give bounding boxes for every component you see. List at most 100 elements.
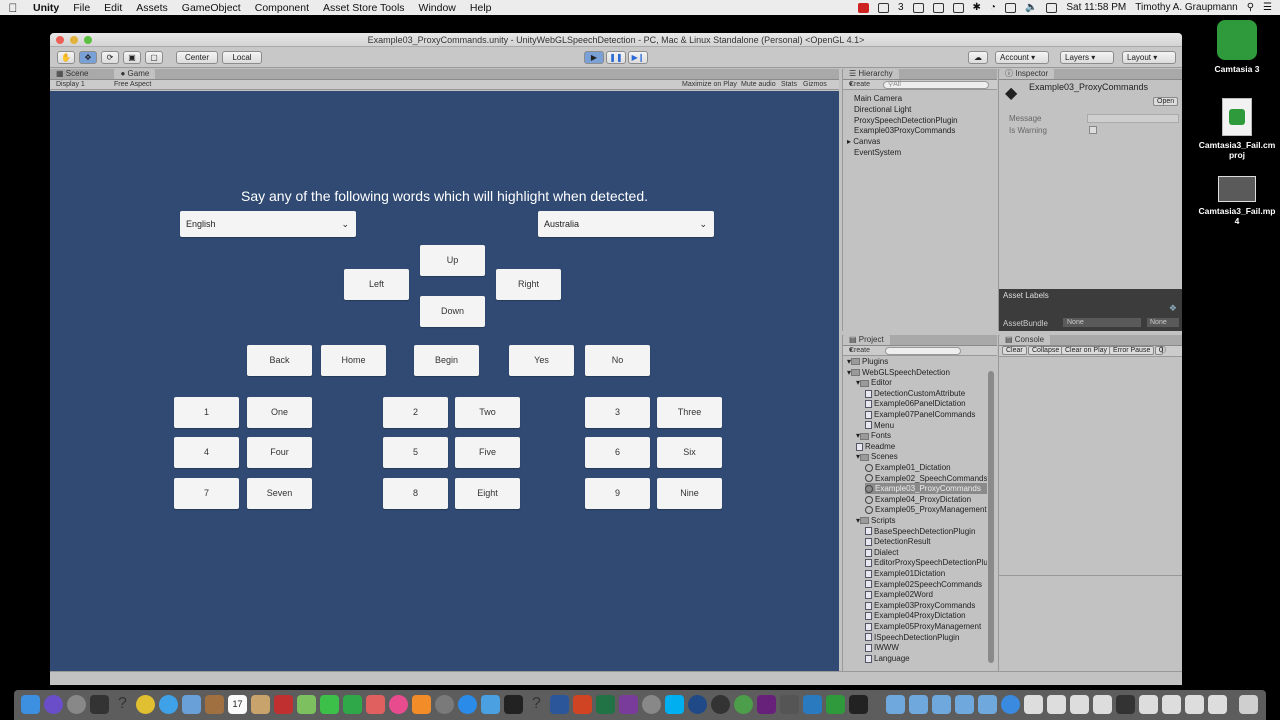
project-item[interactable]: Example02_SpeechCommands bbox=[865, 473, 987, 484]
recording-icon[interactable] bbox=[857, 2, 869, 13]
tab-project[interactable]: ▤ Project bbox=[843, 335, 890, 345]
downloads-icon[interactable] bbox=[1001, 695, 1020, 714]
number-button-2[interactable]: 2 bbox=[383, 397, 448, 428]
finder-icon[interactable] bbox=[21, 695, 40, 714]
layout-dropdown[interactable]: Layout ▾ bbox=[1122, 51, 1176, 64]
menu-component[interactable]: Component bbox=[248, 2, 316, 14]
bluetooth-icon[interactable]: ✱ bbox=[973, 2, 981, 13]
minimize-window-icon[interactable] bbox=[70, 36, 78, 44]
hierarchy-item-directional-light[interactable]: Directional Light bbox=[854, 104, 911, 115]
project-item[interactable]: ISpeechDetectionPlugin bbox=[865, 632, 987, 643]
window-thumbnail-icon[interactable] bbox=[1139, 695, 1158, 714]
open-button[interactable]: Open bbox=[1153, 97, 1179, 106]
window-thumbnail-icon[interactable] bbox=[1208, 695, 1227, 714]
launchpad-icon[interactable] bbox=[67, 695, 86, 714]
layers-dropdown[interactable]: Layers ▾ bbox=[1060, 51, 1114, 64]
pause-button[interactable]: ❚❚ bbox=[606, 51, 626, 64]
menu-asset-store-tools[interactable]: Asset Store Tools bbox=[316, 2, 412, 14]
project-item[interactable]: Example02Word bbox=[865, 589, 987, 600]
terminal-icon[interactable] bbox=[504, 695, 523, 714]
window-thumbnail-icon[interactable] bbox=[1047, 695, 1066, 714]
menu-edit[interactable]: Edit bbox=[97, 2, 129, 14]
mission-control-icon[interactable] bbox=[90, 695, 109, 714]
powerpoint-icon[interactable] bbox=[573, 695, 592, 714]
project-item[interactable]: Example04_ProxyDictation bbox=[865, 494, 987, 505]
menu-app-unity[interactable]: Unity bbox=[26, 2, 66, 14]
excel-icon[interactable] bbox=[596, 695, 615, 714]
desktop-camtasia-app[interactable]: Camtasia 3 bbox=[1197, 20, 1277, 74]
console-clear-on-play-button[interactable]: Clear on Play bbox=[1061, 346, 1112, 355]
project-item[interactable]: ▾ Plugins bbox=[847, 356, 987, 367]
project-item[interactable]: ▾ Editor bbox=[856, 377, 987, 388]
word-button-eight[interactable]: Eight bbox=[455, 478, 520, 509]
cloud-button[interactable]: ☁ bbox=[968, 51, 988, 64]
project-item[interactable]: DetectionResult bbox=[865, 536, 987, 547]
safari-icon[interactable] bbox=[159, 695, 178, 714]
message-input[interactable] bbox=[1087, 114, 1179, 123]
project-create-dropdown[interactable]: Create ▾ bbox=[849, 346, 870, 355]
console-collapse-button[interactable]: Collapse bbox=[1028, 346, 1064, 355]
close-window-icon[interactable] bbox=[56, 36, 64, 44]
project-item[interactable]: Example04ProxyDictation bbox=[865, 610, 987, 621]
github-icon[interactable] bbox=[711, 695, 730, 714]
facetime-icon[interactable] bbox=[343, 695, 362, 714]
console-clear-button[interactable]: Clear bbox=[1002, 346, 1027, 355]
window-thumbnail-icon[interactable] bbox=[1093, 695, 1112, 714]
word-button-three[interactable]: Three bbox=[657, 397, 722, 428]
account-dropdown[interactable]: Account ▾ bbox=[995, 51, 1049, 64]
hierarchy-search-input[interactable]: ⚲ All bbox=[883, 81, 989, 89]
menu-assets[interactable]: Assets bbox=[129, 2, 175, 14]
project-item[interactable]: ▾ Fonts bbox=[856, 430, 987, 441]
project-item[interactable]: ▾ Scenes bbox=[856, 451, 987, 462]
mute-audio-toggle[interactable]: Mute audio bbox=[741, 80, 776, 89]
number-button-4[interactable]: 4 bbox=[174, 437, 239, 468]
hand-tool-button[interactable]: ✋ bbox=[57, 51, 75, 64]
move-tool-button[interactable]: ✥ bbox=[79, 51, 97, 64]
pivot-center-toggle[interactable]: Center bbox=[176, 51, 218, 64]
tab-game[interactable]: ● Game bbox=[114, 69, 156, 79]
hierarchy-create-dropdown[interactable]: Create ▾ bbox=[849, 80, 870, 89]
word-button-down[interactable]: Down bbox=[420, 296, 485, 327]
notification-center-icon[interactable]: ☰ bbox=[1263, 2, 1272, 13]
siri-icon[interactable] bbox=[44, 695, 63, 714]
number-button-5[interactable]: 5 bbox=[383, 437, 448, 468]
folder-icon[interactable] bbox=[955, 695, 974, 714]
desktop-camtasia-mp4[interactable]: Camtasia3_Fail.mp4 bbox=[1197, 176, 1277, 226]
word-button-left[interactable]: Left bbox=[344, 269, 409, 300]
project-item[interactable]: Example05_ProxyManagement bbox=[865, 504, 987, 515]
user-name[interactable]: Timothy A. Graupmann bbox=[1135, 2, 1237, 13]
ibooks-icon[interactable] bbox=[412, 695, 431, 714]
calendar-icon[interactable]: 17 bbox=[228, 695, 247, 714]
project-item[interactable]: BaseSpeechDetectionPlugin bbox=[865, 526, 987, 537]
folder-icon[interactable] bbox=[932, 695, 951, 714]
asset-variant-dropdown[interactable]: None bbox=[1147, 318, 1179, 327]
step-button[interactable]: ▶❙ bbox=[628, 51, 648, 64]
window-thumbnail-icon[interactable] bbox=[1162, 695, 1181, 714]
window-thumbnail-icon[interactable] bbox=[1116, 695, 1135, 714]
folder-icon[interactable] bbox=[886, 695, 905, 714]
project-item[interactable]: Example06PanelDictation bbox=[865, 398, 987, 409]
messages-icon[interactable] bbox=[320, 695, 339, 714]
menu-help[interactable]: Help bbox=[463, 2, 499, 14]
menu-window[interactable]: Window bbox=[412, 2, 463, 14]
maximize-on-play-toggle[interactable]: Maximize on Play bbox=[682, 80, 737, 89]
language-dropdown[interactable]: English ⌄ bbox=[180, 211, 356, 237]
hierarchy-item-canvas[interactable]: ▸ Canvas bbox=[847, 136, 880, 147]
aspect-dropdown[interactable]: Free Aspect bbox=[114, 80, 151, 89]
word-button-yes[interactable]: Yes bbox=[509, 345, 574, 376]
photos-icon[interactable] bbox=[366, 695, 385, 714]
camtasia-icon[interactable] bbox=[826, 695, 845, 714]
word-button-five[interactable]: Five bbox=[455, 437, 520, 468]
zoom-window-icon[interactable] bbox=[84, 36, 92, 44]
number-button-7[interactable]: 7 bbox=[174, 478, 239, 509]
window-thumbnail-icon[interactable] bbox=[1024, 695, 1043, 714]
number-button-9[interactable]: 9 bbox=[585, 478, 650, 509]
preview-icon[interactable] bbox=[182, 695, 201, 714]
play-button[interactable]: ▶ bbox=[584, 51, 604, 64]
adobe-icon[interactable] bbox=[877, 2, 889, 13]
number-button-3[interactable]: 3 bbox=[585, 397, 650, 428]
folder-icon[interactable] bbox=[909, 695, 928, 714]
word-icon[interactable] bbox=[550, 695, 569, 714]
gizmos-dropdown[interactable]: Gizmos bbox=[803, 80, 827, 89]
word-button-nine[interactable]: Nine bbox=[657, 478, 722, 509]
